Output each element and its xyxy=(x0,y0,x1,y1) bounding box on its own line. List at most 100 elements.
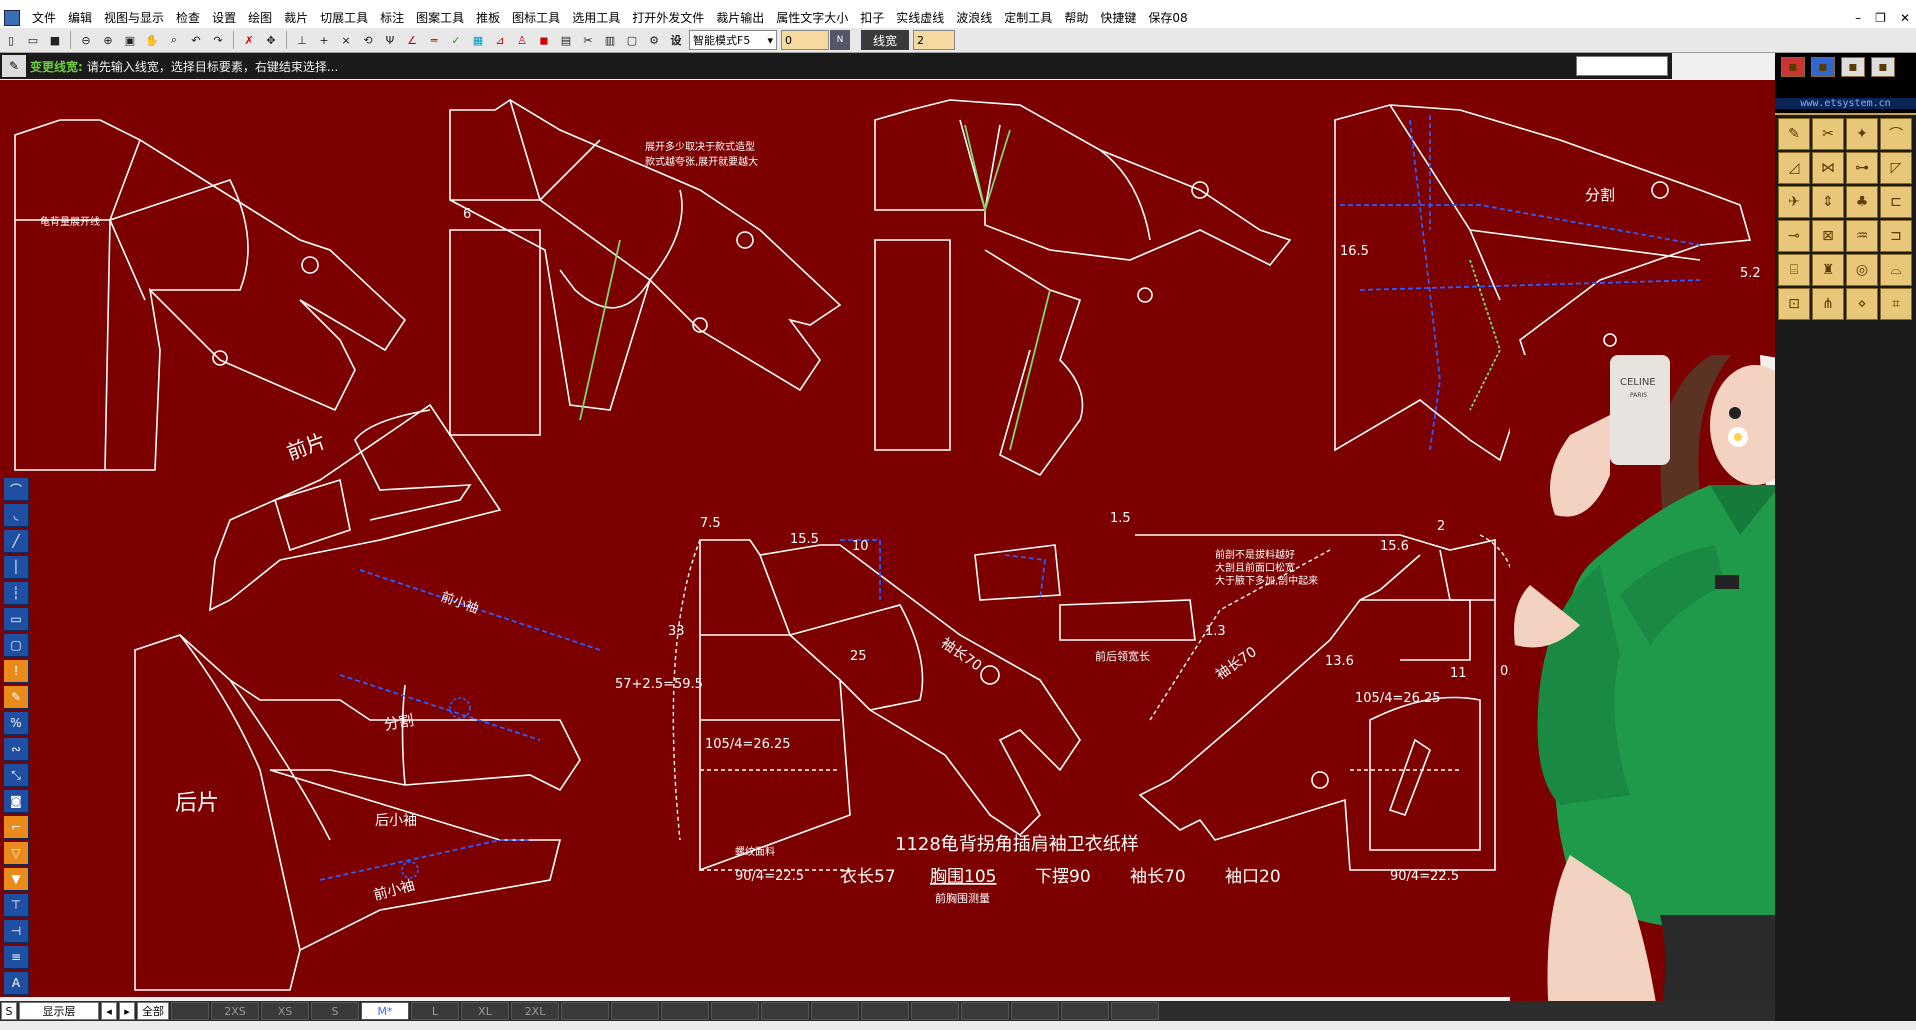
menu-solid-dashed[interactable]: 实线虚线 xyxy=(890,8,950,28)
pattern-tool-22-icon[interactable]: ⋔ xyxy=(1812,288,1844,320)
square-tool-icon[interactable]: ▢ xyxy=(3,633,29,657)
pattern-tool-8-icon[interactable]: ◸ xyxy=(1880,152,1912,184)
print-icon[interactable]: ▪ xyxy=(1871,57,1895,77)
lock-icon[interactable]: ▢ xyxy=(622,30,642,50)
size-2xl[interactable]: 2XL xyxy=(511,1002,559,1020)
align-icon[interactable]: ⊥ xyxy=(292,30,312,50)
menu-select-tools[interactable]: 选用工具 xyxy=(566,8,626,28)
angle-line-icon[interactable]: ∠ xyxy=(402,30,422,50)
zoom-in-icon[interactable]: ⊕ xyxy=(98,30,118,50)
menu-pattern-tools[interactable]: 图案工具 xyxy=(410,8,470,28)
layers-icon[interactable]: ▥ xyxy=(600,30,620,50)
sewing-icon[interactable]: ∾ xyxy=(3,737,29,761)
size-s[interactable]: S xyxy=(311,1002,359,1020)
hanger-icon[interactable]: ▽ xyxy=(3,841,29,865)
pattern-tool-9-icon[interactable]: ✈ xyxy=(1778,186,1810,218)
parallel-icon[interactable]: ═ xyxy=(424,30,444,50)
menu-edit[interactable]: 编辑 xyxy=(62,8,98,28)
pattern-tool-11-icon[interactable]: ♣ xyxy=(1846,186,1878,218)
restore-icon[interactable]: ❐ xyxy=(1875,8,1886,28)
display-icon[interactable]: ▪ xyxy=(1811,57,1835,77)
menu-open-external[interactable]: 打开外发文件 xyxy=(626,8,710,28)
person-icon[interactable]: ♙ xyxy=(512,30,532,50)
text-icon[interactable]: 设 xyxy=(666,30,686,50)
measure-icon[interactable]: ⊿ xyxy=(490,30,510,50)
menu-file[interactable]: 文件 xyxy=(26,8,62,28)
color-icon[interactable]: ◼ xyxy=(534,30,554,50)
pattern-tool-2-icon[interactable]: ✂ xyxy=(1812,118,1844,150)
input-method-icon[interactable]: N xyxy=(830,30,850,50)
fold-icon[interactable]: ⌐ xyxy=(3,815,29,839)
all-sizes-button[interactable]: 全部 xyxy=(137,1002,169,1020)
menu-custom-tools[interactable]: 定制工具 xyxy=(998,8,1058,28)
zoom-out-icon[interactable]: ⊖ xyxy=(76,30,96,50)
menu-draw[interactable]: 绘图 xyxy=(242,8,278,28)
pattern-tool-4-icon[interactable]: ⌒ xyxy=(1880,118,1912,150)
prev-arrow-icon[interactable]: ◂ xyxy=(101,1002,117,1020)
menu-annotate[interactable]: 标注 xyxy=(374,8,410,28)
warning-icon[interactable]: ! xyxy=(3,659,29,683)
intersect-icon[interactable]: ⨯ xyxy=(336,30,356,50)
pattern-tool-23-icon[interactable]: ⋄ xyxy=(1846,288,1878,320)
move-icon[interactable]: ✥ xyxy=(261,30,281,50)
dashed-line-icon[interactable]: ┆ xyxy=(3,581,29,605)
layer-select[interactable]: 显示层 xyxy=(19,1002,99,1020)
text-tool-icon[interactable]: A xyxy=(3,971,29,995)
pattern-fill-icon[interactable]: ▦ xyxy=(468,30,488,50)
pattern-tool-1-icon[interactable]: ✎ xyxy=(1778,118,1810,150)
size-l[interactable]: L xyxy=(411,1002,459,1020)
pattern-tool-13-icon[interactable]: ⊸ xyxy=(1778,220,1810,252)
menu-settings[interactable]: 设置 xyxy=(206,8,242,28)
cut-icon[interactable]: ✂ xyxy=(578,30,598,50)
notch-icon[interactable]: ⊤ xyxy=(3,893,29,917)
plus-icon[interactable]: + xyxy=(314,30,334,50)
redo-icon[interactable]: ↷ xyxy=(208,30,228,50)
close-icon[interactable]: ✕ xyxy=(1900,8,1910,28)
pattern-tool-5-icon[interactable]: ◿ xyxy=(1778,152,1810,184)
flag-icon[interactable]: ▪ xyxy=(1781,57,1805,77)
check-icon[interactable]: ✓ xyxy=(446,30,466,50)
menu-grading[interactable]: 推板 xyxy=(470,8,506,28)
menu-piece-output[interactable]: 裁片输出 xyxy=(710,8,770,28)
arc-tool-icon[interactable]: ◟ xyxy=(3,503,29,527)
pattern-tool-20-icon[interactable]: ⌓ xyxy=(1880,254,1912,286)
size-s-indicator[interactable]: S xyxy=(1,1002,17,1020)
delete-element-icon[interactable]: ✗ xyxy=(239,30,259,50)
disk-icon[interactable]: ◙ xyxy=(3,789,29,813)
menu-view[interactable]: 视图与显示 xyxy=(98,8,170,28)
size-xs[interactable]: XS xyxy=(261,1002,309,1020)
pattern-tool-12-icon[interactable]: ⊏ xyxy=(1880,186,1912,218)
triangle-icon[interactable]: ▼ xyxy=(3,867,29,891)
pattern-tool-7-icon[interactable]: ⊶ xyxy=(1846,152,1878,184)
menu-attribute-text-size[interactable]: 属性文字大小 xyxy=(770,8,854,28)
rotate-icon[interactable]: ⟲ xyxy=(358,30,378,50)
drawing-canvas[interactable]: 前片 后片 分割 分割 后小袖 前小袖 前小袖 龟背量展开线 袖长70 袖长70… xyxy=(0,80,1775,997)
pan-hand-icon[interactable]: ✋ xyxy=(142,30,162,50)
grid-icon[interactable]: ▤ xyxy=(556,30,576,50)
menu-icon-tools[interactable]: 图标工具 xyxy=(506,8,566,28)
open-file-icon[interactable]: ▭ xyxy=(23,30,43,50)
zoom-region-icon[interactable]: ⌕ xyxy=(164,30,184,50)
pattern-tool-21-icon[interactable]: ⊡ xyxy=(1778,288,1810,320)
pattern-tool-16-icon[interactable]: ⊐ xyxy=(1880,220,1912,252)
equal-icon[interactable]: ≡ xyxy=(3,945,29,969)
pattern-tool-3-icon[interactable]: ✦ xyxy=(1846,118,1878,150)
settings-icon[interactable]: ⚙ xyxy=(644,30,664,50)
vertical-line-icon[interactable]: │ xyxy=(3,555,29,579)
size-m-active[interactable]: M* xyxy=(361,1002,409,1020)
fork-icon[interactable]: Ψ xyxy=(380,30,400,50)
menu-shortcuts[interactable]: 快捷键 xyxy=(1094,8,1142,28)
menu-check[interactable]: 检查 xyxy=(170,8,206,28)
line-tool-icon[interactable]: ╱ xyxy=(3,529,29,553)
mode-select[interactable]: 智能模式F5 ▾ xyxy=(689,30,777,50)
menu-help[interactable]: 帮助 xyxy=(1058,8,1094,28)
percent-tool-icon[interactable]: % xyxy=(3,711,29,735)
sewing-machine-icon[interactable]: ⌸ xyxy=(1778,254,1810,286)
menu-save08[interactable]: 保存08 xyxy=(1142,8,1193,28)
ruler-icon[interactable]: ⊣ xyxy=(3,919,29,943)
minimize-icon[interactable]: – xyxy=(1855,8,1861,28)
pattern-tool-24-icon[interactable]: ⌗ xyxy=(1880,288,1912,320)
undo-icon[interactable]: ↶ xyxy=(186,30,206,50)
linewidth-input[interactable]: 2 xyxy=(913,30,956,50)
spiral-icon[interactable]: ◎ xyxy=(1846,254,1878,286)
